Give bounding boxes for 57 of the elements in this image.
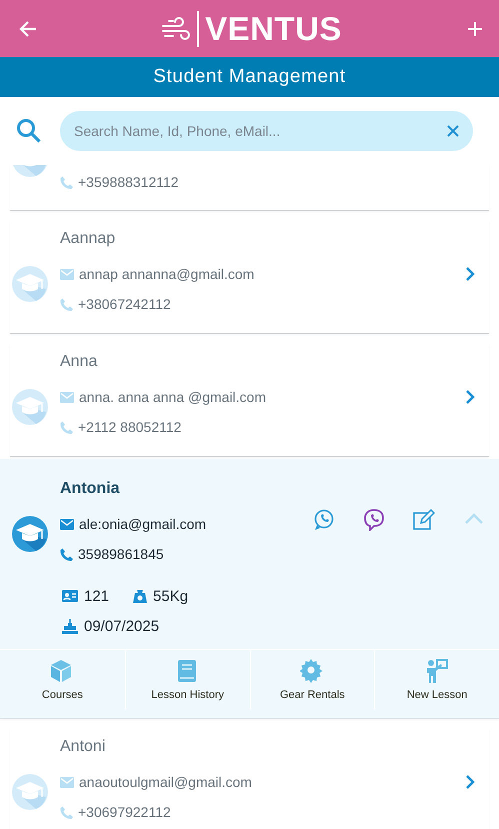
teacher-board-icon bbox=[425, 659, 450, 683]
contact-text: annap annanna@gmail.com bbox=[79, 266, 254, 282]
student-card[interactable]: Anna anna. anna anna @gmail.com +2112 88052112 bbox=[10, 344, 489, 457]
student-name: Antonia bbox=[60, 479, 121, 499]
contact-text: +38067242112 bbox=[78, 296, 171, 312]
edit-button[interactable] bbox=[413, 509, 435, 531]
contact-text: +2112 88052112 bbox=[78, 419, 182, 435]
contact-text: anaoutoulgmail@gmail.com bbox=[79, 774, 252, 790]
student-card[interactable]: +359888312112 bbox=[10, 165, 489, 211]
wind-icon bbox=[161, 14, 192, 42]
id-card-icon bbox=[62, 590, 78, 602]
brand-logo: VENTUS bbox=[205, 10, 342, 48]
chevron-button[interactable] bbox=[465, 266, 475, 282]
whatsapp-icon bbox=[313, 509, 335, 531]
envelope-icon bbox=[60, 392, 74, 402]
student-name: Anna bbox=[60, 352, 98, 372]
contact-text: anna. anna anna @gmail.com bbox=[79, 389, 266, 405]
scale-icon bbox=[133, 589, 148, 603]
edit-icon bbox=[413, 509, 435, 531]
page-title: Student Management bbox=[153, 66, 346, 88]
envelope-icon bbox=[60, 268, 74, 280]
phone-icon bbox=[60, 548, 73, 560]
chevron-right-icon bbox=[465, 266, 475, 282]
tab-button[interactable]: Lesson History bbox=[124, 650, 250, 710]
student-id: 121 bbox=[84, 588, 110, 604]
phone-icon bbox=[60, 176, 73, 188]
contact-text: +30697922112 bbox=[78, 804, 171, 820]
chevron-right-icon bbox=[465, 389, 475, 405]
contact-text: ale:onia@gmail.com bbox=[79, 516, 206, 532]
clear-icon[interactable] bbox=[447, 125, 459, 137]
chevron-button[interactable] bbox=[465, 774, 475, 790]
chevron-button[interactable] bbox=[465, 389, 475, 405]
envelope-icon bbox=[60, 776, 74, 788]
phone-icon bbox=[60, 806, 73, 818]
student-card[interactable]: Aannap annap annanna@gmail.com +38067242112 bbox=[10, 221, 489, 334]
tab-button[interactable]: Courses bbox=[0, 650, 125, 710]
phone-icon bbox=[60, 298, 73, 310]
tab-button[interactable]: New Lesson bbox=[374, 650, 499, 710]
search-icon[interactable] bbox=[16, 118, 42, 144]
contact-text: +359888312112 bbox=[78, 174, 179, 190]
student-name: Aannap bbox=[60, 229, 116, 249]
tab-button[interactable]: Gear Rentals bbox=[250, 650, 374, 710]
search-field[interactable]: Search Name, Id, Phone, eMail... bbox=[60, 111, 473, 151]
phone-icon bbox=[60, 420, 73, 434]
plus-icon bbox=[466, 20, 483, 36]
gear-icon bbox=[300, 659, 324, 683]
student-name: Antoni bbox=[60, 737, 106, 757]
viber-button[interactable] bbox=[363, 509, 385, 531]
student-weight: 55Kg bbox=[153, 588, 188, 604]
student-card[interactable]: Antoni anaoutoulgmail@gmail.com +30697922112 bbox=[10, 729, 489, 829]
contact-text: 35989861845 bbox=[78, 546, 164, 562]
viber-icon bbox=[363, 509, 385, 531]
student-card[interactable]: Antonia ale:onia@gmail.com 35989861845 121 55Kg 09/07/2025 Courses Lesson History Gear Rentals New Lesson bbox=[0, 459, 499, 719]
chevron-right-icon bbox=[465, 774, 475, 790]
envelope-icon bbox=[60, 518, 74, 530]
student-birthday: 09/07/2025 bbox=[84, 618, 160, 634]
whatsapp-button[interactable] bbox=[313, 509, 335, 531]
